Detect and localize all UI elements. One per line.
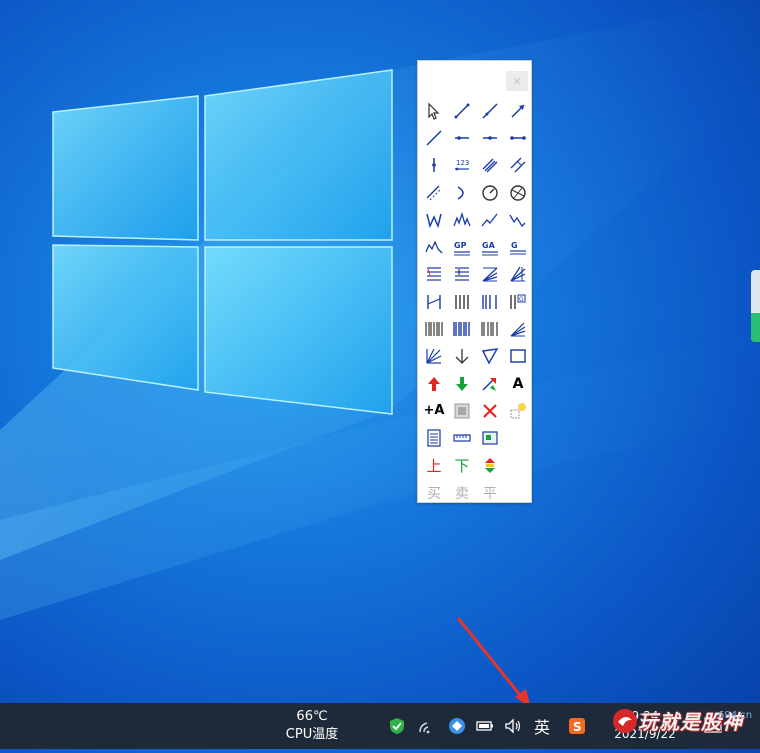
linear-regression-icon[interactable] xyxy=(420,179,448,206)
app-tray-icon[interactable] xyxy=(446,715,468,737)
add-text-icon[interactable]: +A xyxy=(420,397,448,424)
side-progress-indicator[interactable] xyxy=(751,270,760,342)
buy-label-text: 买 xyxy=(427,485,441,502)
fibonacci-time-icon[interactable] xyxy=(476,288,504,315)
up-arrow-red-icon[interactable] xyxy=(420,370,448,397)
arc-icon[interactable] xyxy=(448,179,476,206)
security-shield-icon[interactable] xyxy=(386,715,408,737)
price-label-text: 123 xyxy=(456,159,469,167)
down-label-text: 下 xyxy=(454,457,470,475)
indicator-fill xyxy=(751,313,760,342)
screen-note-icon[interactable] xyxy=(476,425,504,452)
cpu-temperature-widget[interactable]: 66℃ CPU温度 xyxy=(272,708,352,744)
empty-slot xyxy=(504,452,532,479)
gann-ga-icon[interactable]: GA xyxy=(476,233,504,260)
g-text: G xyxy=(511,241,518,250)
barcode-1-icon[interactable] xyxy=(420,315,448,342)
ga-text: GA xyxy=(482,241,496,250)
elliott-wave-icon[interactable] xyxy=(448,206,476,233)
up-trend-arrow-icon[interactable] xyxy=(476,370,504,397)
vertical-line-icon[interactable] xyxy=(420,152,448,179)
triangle-icon[interactable] xyxy=(476,343,504,370)
fan-levels-icon[interactable] xyxy=(476,261,504,288)
ray-line-icon[interactable] xyxy=(476,97,504,124)
drawing-tools-grid: 123 GP GA G G A +A 上 下 买 卖 平 xyxy=(420,97,532,506)
parallel-channel-icon[interactable] xyxy=(504,152,532,179)
delete-x-icon[interactable] xyxy=(476,397,504,424)
volume-icon[interactable] xyxy=(502,715,524,737)
text-tool-label: A xyxy=(512,375,524,392)
watermark-logo-icon xyxy=(613,708,637,733)
cpu-temperature-label: CPU温度 xyxy=(285,727,339,742)
barcode-2-icon[interactable] xyxy=(448,315,476,342)
buy-label-icon[interactable]: 买 xyxy=(420,479,448,506)
windows-logo-wallpaper xyxy=(0,0,760,620)
trend-line-icon[interactable] xyxy=(420,124,448,151)
empty-slot xyxy=(504,425,532,452)
wave-w-icon[interactable] xyxy=(420,206,448,233)
line-segment-icon[interactable] xyxy=(448,97,476,124)
close-button[interactable]: × xyxy=(506,71,528,91)
gp-text: GP xyxy=(454,241,467,250)
fill-square-icon[interactable] xyxy=(448,397,476,424)
up-down-icon[interactable] xyxy=(476,452,504,479)
flat-label-text: 平 xyxy=(483,485,497,502)
hide-lines-icon[interactable] xyxy=(504,397,532,424)
gann-g-icon[interactable]: G xyxy=(504,233,532,260)
cycle-circle-icon[interactable] xyxy=(504,179,532,206)
cursor-select-icon[interactable] xyxy=(420,97,448,124)
drawing-tools-panel: × 123 GP GA G G A +A 上 下 买 卖 平 xyxy=(417,60,532,503)
add-text-label: +A xyxy=(423,403,445,419)
zigzag-up-icon[interactable] xyxy=(476,206,504,233)
up-label-icon[interactable]: 上 xyxy=(420,452,448,479)
flat-label-icon[interactable]: 平 xyxy=(476,479,504,506)
circle-gauge-icon[interactable] xyxy=(476,179,504,206)
horizontal-segment-icon[interactable] xyxy=(476,124,504,151)
angle-fan-icon[interactable] xyxy=(420,343,448,370)
ruler-icon[interactable] xyxy=(448,425,476,452)
cpu-temperature-value: 66℃ xyxy=(296,709,328,724)
range-h-icon[interactable] xyxy=(420,288,448,315)
down-arrow-green-icon[interactable] xyxy=(448,370,476,397)
up-label-text: 上 xyxy=(426,457,442,475)
sogou-input-icon[interactable]: S xyxy=(566,715,588,737)
watermark-url: 694.cn xyxy=(718,710,753,721)
empty-slot xyxy=(504,479,532,506)
horizontal-ray-icon[interactable] xyxy=(448,124,476,151)
barcode-3-icon[interactable] xyxy=(476,315,504,342)
g-small-text: G xyxy=(519,296,524,303)
fibonacci-levels-icon[interactable] xyxy=(420,261,448,288)
mountain-wave-icon[interactable] xyxy=(420,233,448,260)
svg-text:S: S xyxy=(573,720,582,734)
speed-fan-icon[interactable] xyxy=(504,315,532,342)
price-label-icon[interactable]: 123 xyxy=(448,152,476,179)
wifi-icon[interactable] xyxy=(416,715,438,737)
desktop-wallpaper xyxy=(0,0,760,749)
document-list-icon[interactable] xyxy=(420,425,448,452)
arrow-down-thin-icon[interactable] xyxy=(448,343,476,370)
text-levels-icon[interactable] xyxy=(448,261,476,288)
sell-label-icon[interactable]: 卖 xyxy=(448,479,476,506)
time-cycle-icon[interactable] xyxy=(448,288,476,315)
horizontal-line-icon[interactable] xyxy=(504,124,532,151)
arrow-line-icon[interactable] xyxy=(504,97,532,124)
sell-label-text: 卖 xyxy=(455,485,469,502)
text-tool-icon[interactable]: A xyxy=(504,370,532,397)
zigzag-down-icon[interactable] xyxy=(504,206,532,233)
gann-time-icon[interactable]: G xyxy=(504,288,532,315)
input-method-indicator[interactable]: 英 xyxy=(531,715,553,737)
battery-icon[interactable] xyxy=(474,715,496,737)
gann-gp-icon[interactable]: GP xyxy=(448,233,476,260)
gann-fan-icon[interactable] xyxy=(504,261,532,288)
parallel-lines-icon[interactable] xyxy=(476,152,504,179)
down-label-icon[interactable]: 下 xyxy=(448,452,476,479)
rectangle-icon[interactable] xyxy=(504,343,532,370)
